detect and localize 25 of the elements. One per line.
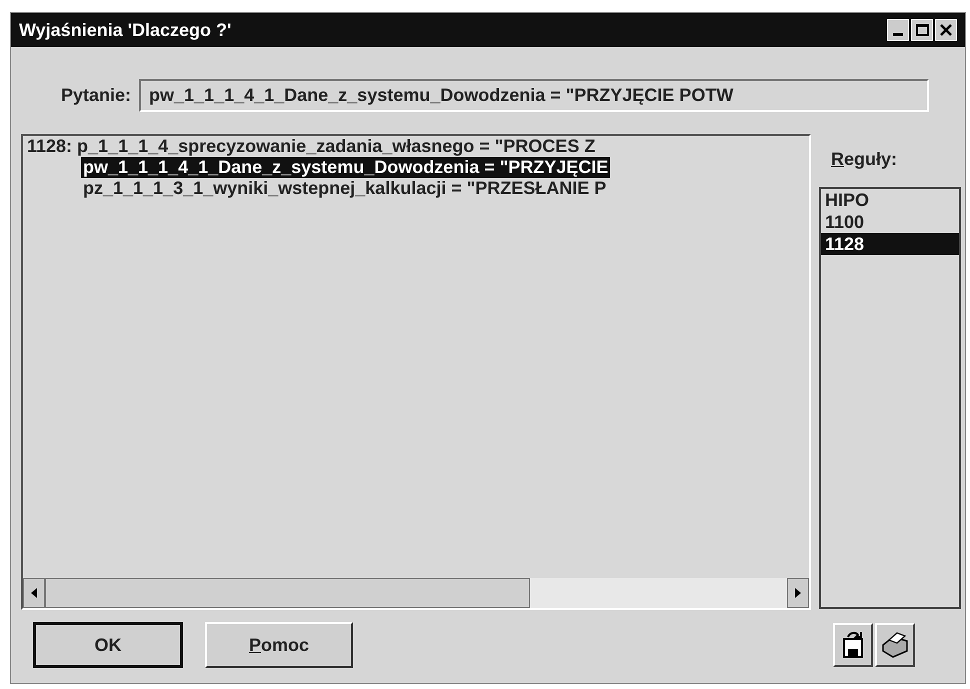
right-arrow-icon bbox=[794, 588, 802, 598]
rule-item[interactable]: HIPO bbox=[821, 189, 959, 211]
left-arrow-icon bbox=[30, 588, 38, 598]
print-button[interactable] bbox=[875, 623, 915, 667]
tree-item[interactable]: pz_1_1_1_3_1_wyniki_wstepnej_kalkulacji = "PRZESŁANIE P bbox=[81, 178, 608, 199]
rule-item[interactable]: 1128 bbox=[821, 233, 959, 255]
save-button[interactable] bbox=[833, 623, 873, 667]
scroll-thumb[interactable] bbox=[45, 578, 530, 608]
rule-item[interactable]: 1100 bbox=[821, 211, 959, 233]
maximize-button[interactable] bbox=[911, 19, 933, 41]
window-title: Wyjaśnienia 'Dlaczego ?' bbox=[19, 18, 232, 42]
scroll-left-button[interactable] bbox=[23, 578, 45, 608]
ok-button[interactable]: OK bbox=[33, 622, 183, 668]
scroll-right-button[interactable] bbox=[787, 578, 809, 608]
question-field: pw_1_1_1_4_1_Dane_z_systemu_Dowodzenia = "PRZYJĘCIE POTW bbox=[139, 79, 930, 112]
close-icon bbox=[939, 23, 953, 37]
close-button[interactable] bbox=[935, 19, 957, 41]
floppy-icon bbox=[842, 631, 864, 659]
question-label: Pytanie: bbox=[61, 84, 132, 107]
minimize-button[interactable] bbox=[887, 19, 909, 41]
rules-label: Reguły: bbox=[831, 148, 898, 171]
tree-item[interactable]: 1128: p_1_1_1_4_sprecyzowanie_zadania_własnego = "PROCES Z bbox=[25, 136, 598, 157]
horizontal-scrollbar[interactable] bbox=[23, 578, 809, 608]
help-button[interactable]: Pomoc bbox=[205, 622, 353, 668]
tree-item[interactable]: pw_1_1_1_4_1_Dane_z_systemu_Dowodzenia = "PRZYJĘCIE bbox=[81, 157, 610, 178]
